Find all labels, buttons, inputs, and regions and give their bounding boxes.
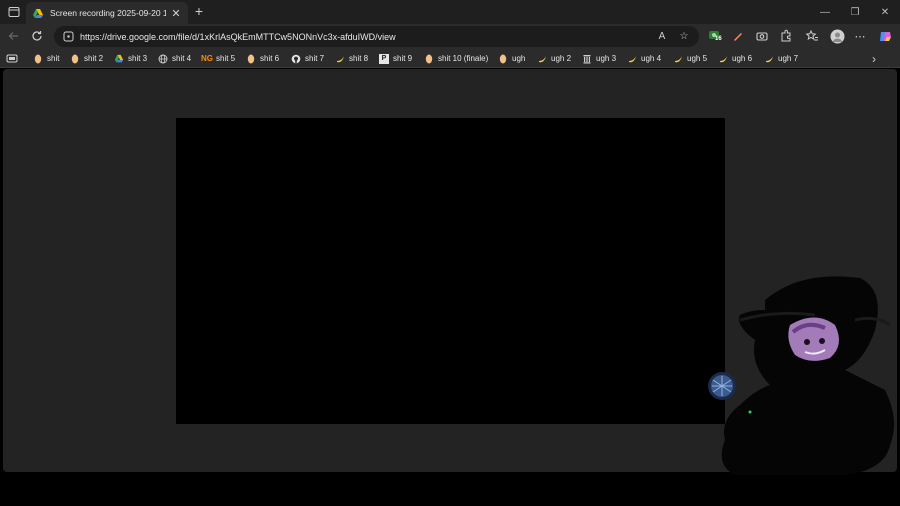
bookmarks-bar: shit shit 2 shit 3 shit 4 NG shit 5 shit…: [0, 49, 900, 68]
restore-button[interactable]: ❐: [840, 0, 870, 24]
minimize-button[interactable]: —: [810, 0, 840, 24]
bookmark-label: shit 7: [305, 54, 325, 63]
bookmark-label: shit 9: [393, 54, 413, 63]
bookmark-label: shit 6: [260, 54, 280, 63]
bookmark-ugh-3[interactable]: ugh 3: [582, 51, 616, 66]
profile-avatar[interactable]: [828, 28, 846, 44]
bookmark-shit-5[interactable]: NG shit 5: [201, 51, 236, 66]
bookmarks-menu-icon[interactable]: [6, 51, 18, 66]
new-tab-button[interactable]: +: [191, 3, 207, 19]
favorite-star-icon[interactable]: ☆: [677, 30, 691, 44]
bookmark-label: ugh 7: [778, 54, 799, 63]
bookmark-label: ugh 2: [551, 54, 572, 63]
address-bar[interactable]: https://drive.google.com/file/d/1xKrlAsQ…: [54, 26, 699, 47]
bookmark-label: ugh 3: [596, 54, 617, 63]
bookmark-ugh-4[interactable]: ugh 4: [627, 51, 661, 66]
tab-close-icon[interactable]: ✕: [170, 7, 182, 20]
favorites-icon[interactable]: [804, 28, 820, 44]
tab-title: Screen recording 2025-09-20 12:: [50, 8, 166, 18]
url-text[interactable]: https://drive.google.com/file/d/1xKrlAsQ…: [80, 32, 647, 42]
pasta-icon: [246, 54, 256, 64]
bookmark-shit-3[interactable]: shit 3: [114, 51, 147, 66]
google-drive-icon: [32, 7, 44, 19]
browser-toolbar: https://drive.google.com/file/d/1xKrlAsQ…: [0, 24, 900, 49]
pasta-icon: [498, 54, 508, 64]
settings-menu-button[interactable]: ⋯: [852, 28, 868, 44]
bookmark-ugh-7[interactable]: ugh 7: [764, 51, 798, 66]
bookmark-ugh-6[interactable]: ugh 6: [718, 51, 752, 66]
drive-icon: [114, 54, 124, 64]
bookmarks-overflow-chevron-icon[interactable]: ›: [872, 51, 876, 66]
bookmark-ugh-5[interactable]: ugh 5: [673, 51, 707, 66]
archive-icon: [582, 54, 592, 64]
bookmark-ugh[interactable]: ugh: [498, 51, 525, 66]
bookmark-label: ugh 4: [641, 54, 662, 63]
bookmark-label: shit: [47, 54, 60, 63]
pasta-icon: [424, 54, 434, 64]
banana-icon: [718, 54, 728, 64]
bookmark-shit-10-finale[interactable]: shit 10 (finale): [424, 51, 488, 66]
title-bar: Screen recording 2025-09-20 12: ✕ + — ❐ …: [0, 0, 900, 24]
back-button[interactable]: [6, 28, 22, 44]
video-player[interactable]: [176, 118, 725, 424]
extensions-puzzle-icon[interactable]: [778, 28, 794, 44]
bookmark-shit-8[interactable]: shit 8: [335, 51, 368, 66]
bookmark-shit-6[interactable]: shit 6: [246, 51, 279, 66]
bookmark-shit[interactable]: shit: [33, 51, 59, 66]
pen-extension-icon[interactable]: [730, 28, 746, 44]
globe-icon: [158, 54, 168, 64]
tab-actions-icon[interactable]: [6, 4, 22, 20]
pasta-icon: [33, 54, 43, 64]
bookmark-label: shit 10 (finale): [438, 54, 489, 63]
bookmark-label: ugh 5: [687, 54, 708, 63]
read-aloud-icon[interactable]: A: [655, 30, 669, 44]
bookmark-label: shit 4: [172, 54, 192, 63]
bookmark-label: shit 3: [128, 54, 148, 63]
bookmark-label: shit 8: [349, 54, 369, 63]
extension-icon[interactable]: 16: [707, 28, 723, 44]
banana-icon: [764, 54, 774, 64]
bookmark-shit-9[interactable]: P shit 9: [379, 51, 412, 66]
extension-badge: 16: [715, 36, 722, 42]
site-info-icon[interactable]: [62, 31, 74, 43]
back-arrow-icon: [8, 32, 18, 40]
bookmark-label: ugh: [512, 54, 526, 63]
p-icon: P: [379, 53, 389, 64]
bookmark-label: ugh 6: [732, 54, 753, 63]
ng-icon: NG: [201, 54, 213, 63]
bookmark-shit-7[interactable]: shit 7: [291, 51, 324, 66]
bookmark-label: shit 2: [84, 54, 104, 63]
character-overlay-image: [708, 276, 894, 475]
pasta-icon: [70, 54, 80, 64]
reload-button[interactable]: [29, 28, 45, 44]
github-icon: [291, 54, 301, 64]
bookmark-ugh-2[interactable]: ugh 2: [537, 51, 571, 66]
tab-screen-recording[interactable]: Screen recording 2025-09-20 12: ✕: [26, 2, 188, 24]
banana-icon: [537, 54, 547, 64]
screenshot-icon[interactable]: [754, 28, 770, 44]
banana-icon: [335, 54, 345, 64]
copilot-icon[interactable]: [877, 28, 893, 44]
bookmark-shit-2[interactable]: shit 2: [70, 51, 103, 66]
banana-icon: [673, 54, 683, 64]
reload-icon: [32, 31, 42, 41]
bookmark-label: shit 5: [216, 54, 236, 63]
close-window-button[interactable]: ✕: [870, 0, 900, 24]
bookmark-shit-4[interactable]: shit 4: [158, 51, 191, 66]
taskbar-area: [0, 474, 900, 506]
banana-icon: [627, 54, 637, 64]
